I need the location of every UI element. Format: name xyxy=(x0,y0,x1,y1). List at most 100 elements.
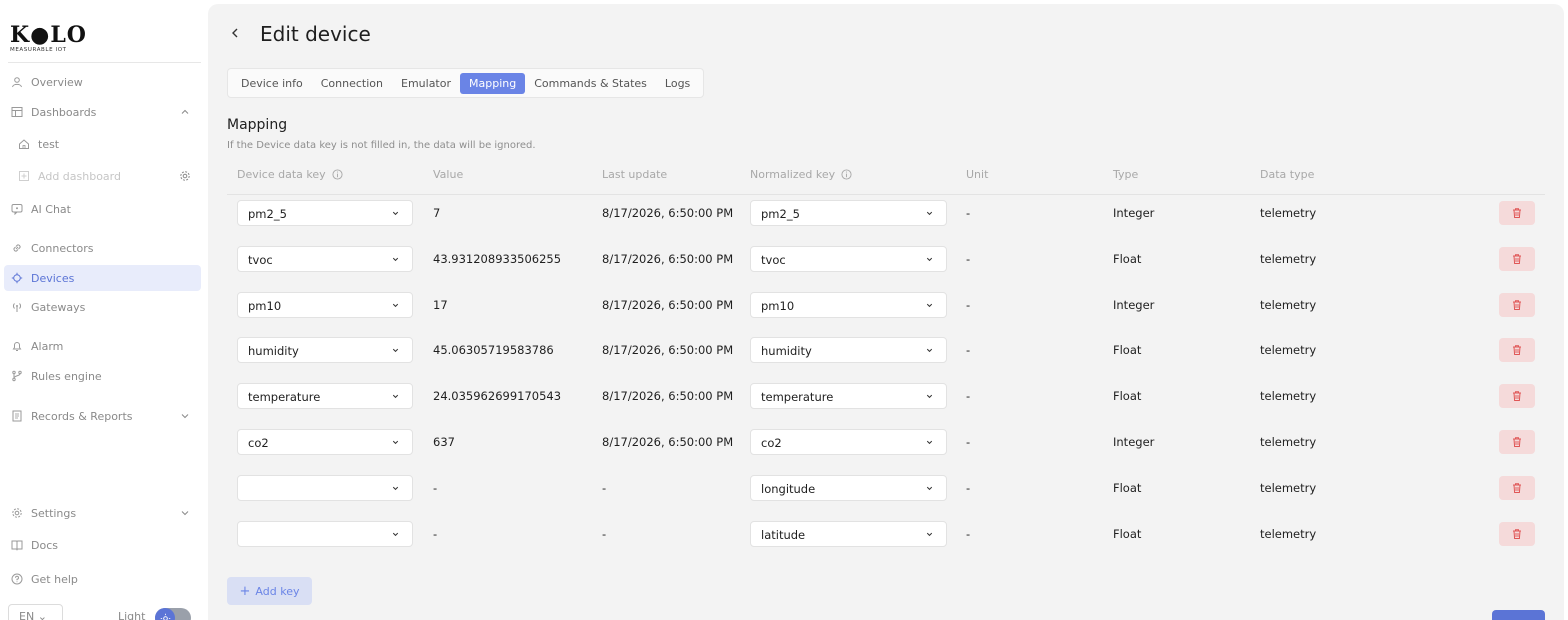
sidebar-item-settings[interactable]: Settings xyxy=(4,500,201,526)
tab-device-info[interactable]: Device info xyxy=(232,73,312,94)
sidebar-item-add-dashboard[interactable]: Add dashboard xyxy=(4,163,201,189)
type-cell: Integer xyxy=(1113,206,1155,220)
table-header-divider xyxy=(227,194,1545,195)
data-type-cell: telemetry xyxy=(1260,480,1317,495)
language-select[interactable]: EN ⌄ xyxy=(8,604,63,620)
data-type-cell: telemetry xyxy=(1260,343,1317,358)
value-cell: - xyxy=(433,480,438,495)
chevron-down-icon xyxy=(926,211,933,216)
sidebar-item-get-help[interactable]: Get help xyxy=(4,566,201,592)
trash-icon xyxy=(1513,528,1521,539)
save-button[interactable] xyxy=(1492,610,1545,620)
theme-toggle[interactable] xyxy=(155,608,191,620)
report-icon xyxy=(11,410,23,422)
tab-commands-states[interactable]: Commands & States xyxy=(525,73,656,94)
chevron-down-icon xyxy=(926,349,933,353)
device-data-key-select[interactable]: co2 xyxy=(237,429,413,455)
back-button[interactable] xyxy=(230,26,244,44)
sidebar-item-dashboard-test[interactable]: test xyxy=(4,131,201,157)
trash-icon xyxy=(1513,254,1521,264)
chevron-left-icon xyxy=(232,28,238,38)
sidebar-item-ai-chat[interactable]: AI Chat xyxy=(4,196,201,222)
trash-icon xyxy=(1513,208,1521,218)
normalized-key-select[interactable]: tvoc xyxy=(750,245,947,272)
tab-emulator[interactable]: Emulator xyxy=(392,73,460,94)
device-data-key-select[interactable] xyxy=(237,474,413,501)
normalized-key-value: pm10 xyxy=(761,298,795,313)
device-data-key-select[interactable]: humidity xyxy=(237,337,413,364)
data-type-cell: telemetry xyxy=(1260,206,1317,220)
chevron-down-icon xyxy=(926,303,933,307)
normalized-key-select[interactable]: pm2_5 xyxy=(750,200,947,226)
type-cell: Float xyxy=(1113,251,1142,266)
sidebar-item-dashboards[interactable]: Dashboards xyxy=(4,99,201,125)
tab-connection[interactable]: Connection xyxy=(312,73,392,94)
sidebar-item-label: Gateways xyxy=(31,300,86,314)
logo-wordmark: K●LO xyxy=(10,22,87,48)
delete-row-button[interactable] xyxy=(1499,246,1535,271)
sidebar-item-gateways[interactable]: Gateways xyxy=(4,294,201,320)
trash-icon xyxy=(1513,345,1521,356)
delete-row-button[interactable] xyxy=(1499,201,1535,225)
last-update-cell: 8/17/2026, 6:50:00 PM xyxy=(602,206,734,220)
delete-row-button[interactable] xyxy=(1499,292,1535,317)
normalized-key-select[interactable]: longitude xyxy=(750,474,947,501)
type-cell: Float xyxy=(1113,389,1142,404)
tab-mapping[interactable]: Mapping xyxy=(460,72,526,94)
delete-row-button[interactable] xyxy=(1499,338,1535,363)
unit-cell: - xyxy=(966,297,971,312)
unit-cell: - xyxy=(966,251,971,266)
device-data-key-value: tvoc xyxy=(248,252,273,267)
chevron-down-icon xyxy=(926,394,933,399)
device-data-key-select[interactable]: tvoc xyxy=(237,245,413,272)
info-icon[interactable] xyxy=(332,169,343,180)
sidebar-item-label: Docs xyxy=(31,538,58,552)
column-header-value: Value xyxy=(433,168,464,181)
table-row: tvoc 43.931208933506255 8/17/2026, 6:50:00… xyxy=(208,245,1564,292)
normalized-key-select[interactable]: pm10 xyxy=(750,291,947,318)
unit-cell: - xyxy=(966,206,971,220)
normalized-key-select[interactable]: humidity xyxy=(750,337,947,364)
book-icon xyxy=(11,539,23,551)
add-key-label: Add key xyxy=(255,584,300,598)
sidebar-item-overview[interactable]: Overview xyxy=(4,69,201,95)
device-data-key-select[interactable] xyxy=(237,520,413,547)
chevron-down-icon xyxy=(392,257,399,261)
sidebar: K●LO MEASURABLE IOT Overview Dashboards … xyxy=(0,0,208,620)
language-value: EN xyxy=(19,610,35,620)
value-cell: 637 xyxy=(433,435,455,449)
normalized-key-select[interactable]: co2 xyxy=(750,429,947,455)
unit-cell: - xyxy=(966,526,971,541)
sidebar-item-devices[interactable]: Devices xyxy=(4,265,201,291)
device-data-key-select[interactable]: pm2_5 xyxy=(237,200,413,226)
bell-icon xyxy=(11,340,23,352)
sidebar-item-rules-engine[interactable]: Rules engine xyxy=(4,363,201,389)
gear-icon[interactable] xyxy=(179,170,191,182)
tab-logs[interactable]: Logs xyxy=(656,73,699,94)
device-data-key-select[interactable]: pm10 xyxy=(237,291,413,318)
sidebar-item-docs[interactable]: Docs xyxy=(4,532,201,558)
normalized-key-select[interactable]: temperature xyxy=(750,383,947,410)
device-data-key-value: co2 xyxy=(248,436,269,450)
sidebar-item-records-reports[interactable]: Records & Reports xyxy=(4,403,201,429)
delete-row-button[interactable] xyxy=(1499,475,1535,500)
sidebar-item-alarm[interactable]: Alarm xyxy=(4,333,201,359)
normalized-key-select[interactable]: latitude xyxy=(750,520,947,547)
column-header-data-type: Data type xyxy=(1260,168,1315,181)
data-type-cell: telemetry xyxy=(1260,389,1317,404)
value-cell: - xyxy=(433,526,438,541)
delete-row-button[interactable] xyxy=(1499,521,1535,546)
plus-square-icon xyxy=(18,170,30,182)
delete-row-button[interactable] xyxy=(1499,384,1535,409)
type-cell: Integer xyxy=(1113,435,1155,449)
value-cell: 45.06305719583786 xyxy=(433,343,554,358)
sidebar-item-connectors[interactable]: Connectors xyxy=(4,235,201,261)
info-icon[interactable] xyxy=(841,169,852,180)
add-key-button[interactable]: + Add key xyxy=(227,577,312,605)
device-data-key-select[interactable]: temperature xyxy=(237,383,413,410)
value-cell: 24.035962699170543 xyxy=(433,389,562,404)
delete-row-button[interactable] xyxy=(1499,430,1535,454)
chevron-down-icon xyxy=(926,257,933,261)
sidebar-item-label: Rules engine xyxy=(31,369,102,383)
chevron-down-icon xyxy=(392,349,399,353)
